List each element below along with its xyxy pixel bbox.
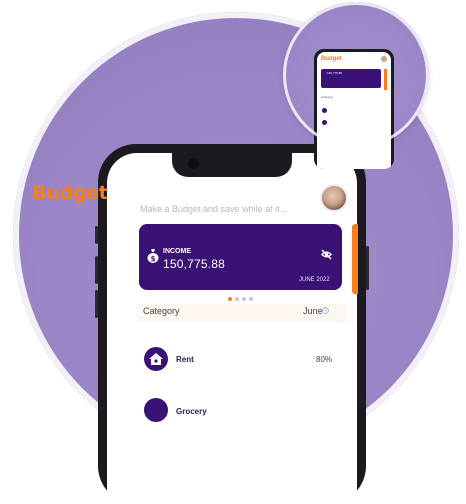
mini-home-icon: [322, 108, 327, 113]
mini-income-card: [321, 69, 381, 88]
info-icon[interactable]: ?: [322, 307, 329, 316]
income-label: INCOME: [163, 248, 191, 255]
svg-text:?: ?: [324, 309, 327, 315]
svg-text:$: $: [151, 255, 156, 263]
mini-category-label: Category: [321, 95, 334, 99]
avatar[interactable]: [320, 184, 348, 212]
mini-phone: Budget 150,775.88 Category: [314, 49, 394, 169]
carousel-dot[interactable]: [228, 297, 232, 301]
month-selector[interactable]: June: [303, 306, 323, 316]
page-title: Budget: [32, 182, 108, 204]
mini-cart-icon: [322, 120, 327, 125]
carousel-dot[interactable]: [235, 297, 239, 301]
income-value: 150,775.88: [163, 257, 226, 271]
eye-off-icon[interactable]: [321, 249, 332, 260]
phone-button: [95, 256, 98, 284]
home-icon: [144, 347, 168, 371]
carousel-dot[interactable]: [242, 297, 246, 301]
category-label: Category: [143, 306, 180, 316]
mini-avatar: [381, 56, 387, 62]
mini-card-peek: [384, 69, 387, 90]
category-name: Rent: [176, 355, 194, 364]
phone-button: [95, 226, 98, 244]
mini-income-value: 150,775.88: [327, 71, 343, 75]
income-date: JUNE 2022: [299, 277, 330, 283]
category-percent: 80%: [316, 355, 333, 364]
carousel-dot[interactable]: [249, 297, 253, 301]
mini-title: Budget: [321, 56, 342, 62]
phone-button: [95, 290, 98, 318]
camera-icon: [188, 158, 199, 169]
phone-button: [366, 246, 369, 290]
next-card-peek[interactable]: [352, 224, 358, 294]
page-subtitle: Make a Budget and save while at it...: [140, 204, 288, 214]
mini-screen: Budget 150,775.88 Category: [317, 52, 391, 169]
money-bag-icon: $: [147, 249, 159, 263]
carousel-dots: [228, 297, 253, 301]
category-name: Grocery: [176, 407, 207, 416]
cart-icon: [144, 398, 168, 422]
preview-circle: Budget 150,775.88 Category: [283, 2, 429, 169]
